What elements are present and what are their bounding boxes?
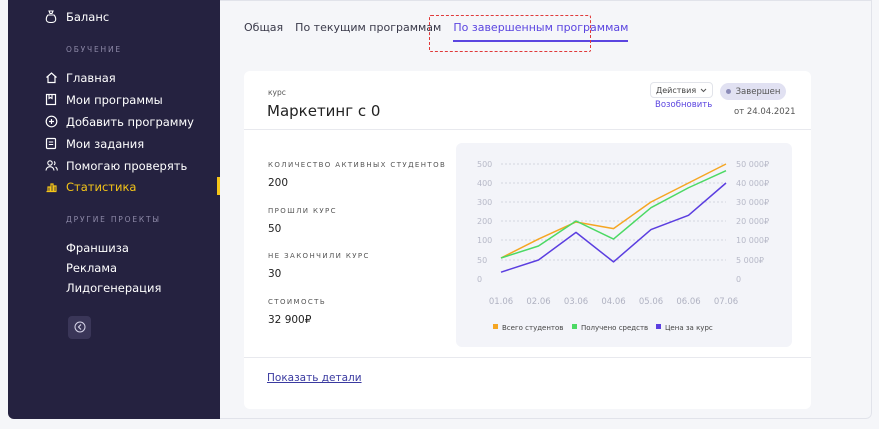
y-tick-left: 100 — [477, 236, 492, 245]
course-card: курс Маркетинг с 0 Действия Возобновить … — [244, 71, 811, 409]
status-date: от 24.04.2021 — [734, 107, 796, 117]
money-bag-icon — [44, 9, 58, 23]
y-tick-left: 300 — [477, 198, 492, 207]
y-tick-right: 10 000₽ — [736, 236, 769, 245]
x-tick-label: 07.06 — [714, 297, 738, 307]
series-line-2 — [500, 169, 727, 259]
tab-general[interactable]: Общая — [244, 21, 283, 42]
legend-label: Цена за курс — [665, 324, 713, 332]
stat-label-completed: ПРОШЛИ КУРС — [268, 207, 337, 215]
legend-swatch — [493, 324, 498, 329]
sidebar-item-help-review[interactable]: Помогаю проверять — [44, 157, 188, 175]
collapse-sidebar-button[interactable] — [68, 316, 91, 339]
y-tick-right: 20 000₽ — [736, 217, 769, 226]
y-tick-left: 500 — [477, 160, 492, 169]
legend-label: Всего студентов — [502, 324, 563, 332]
stat-value-active-students: 200 — [268, 177, 289, 189]
sidebar-item-label: Главная — [66, 71, 116, 85]
series-line-1 — [500, 163, 727, 259]
task-icon — [44, 136, 58, 150]
y-tick-left: 400 — [477, 179, 492, 188]
sidebar-balance-label: Баланс — [66, 10, 110, 24]
y-tick-left: 200 — [477, 217, 492, 226]
line-chart: 50040030020010050050 000₽40 000₽30 000₽2… — [477, 160, 769, 332]
chart-icon — [44, 179, 58, 193]
bookmark-icon — [44, 92, 58, 106]
chevron-left-icon — [74, 318, 86, 337]
stat-value-completed: 50 — [268, 223, 282, 235]
y-tick-right: 0 — [736, 275, 741, 284]
stat-value-not-finished: 30 — [268, 268, 282, 280]
stat-label-active-students: КОЛИЧЕСТВО АКТИВНЫХ СТУДЕНТОВ — [268, 161, 447, 169]
tab-completed-programs[interactable]: По завершенным программам — [453, 21, 629, 42]
sidebar-item-franchise[interactable]: Франшиза — [66, 241, 129, 255]
y-tick-right: 40 000₽ — [736, 179, 769, 188]
sidebar-item-ads[interactable]: Реклама — [66, 261, 117, 275]
sidebar: Баланс ОБУЧЕНИЕ Главная Мои программы До… — [8, 0, 220, 419]
sidebar-item-label: Добавить программу — [66, 115, 194, 129]
sidebar-item-label: Мои задания — [66, 137, 145, 151]
sidebar-item-statistics[interactable]: Статистика — [46, 178, 137, 196]
sidebar-item-add-program[interactable]: Добавить программу — [45, 113, 194, 131]
course-title: Маркетинг с 0 — [267, 102, 381, 120]
sidebar-item-label: Мои программы — [66, 93, 163, 107]
x-tick-label: 06.06 — [676, 297, 700, 307]
stat-value-price: 32 900₽ — [268, 314, 312, 326]
y-tick-left: 50 — [477, 256, 487, 265]
x-tick-label: 02.06 — [526, 297, 550, 307]
stat-label-not-finished: НЕ ЗАКОНЧИЛИ КУРС — [268, 252, 370, 260]
y-tick-left: 0 — [477, 275, 482, 284]
sidebar-item-my-tasks[interactable]: Мои задания — [45, 135, 145, 153]
status-dot — [725, 89, 731, 94]
show-details-link[interactable]: Показать детали — [267, 372, 362, 384]
users-icon — [44, 158, 58, 172]
sidebar-item-home[interactable]: Главная — [45, 69, 116, 87]
x-tick-label: 05.06 — [639, 297, 663, 307]
card-divider-top — [244, 129, 811, 130]
x-tick-label: 04.06 — [601, 297, 625, 307]
y-tick-right: 30 000₽ — [736, 198, 769, 207]
sidebar-item-my-programs[interactable]: Мои программы — [45, 91, 163, 109]
plus-circle-icon — [44, 114, 58, 128]
actions-dropdown[interactable]: Действия — [650, 82, 714, 98]
status-text: Завершен — [735, 86, 781, 97]
tabs: Общая По текущим программам По завершенн… — [244, 21, 640, 42]
sidebar-balance[interactable]: Баланс — [45, 8, 110, 26]
main-content: Общая По текущим программам По завершенн… — [220, 0, 872, 419]
series-line-3 — [500, 182, 727, 273]
y-tick-right: 50 000₽ — [736, 160, 769, 169]
legend-label: Получено средств — [581, 324, 648, 332]
sidebar-item-label: Помогаю проверять — [66, 159, 188, 173]
sidebar-item-label: Статистика — [66, 180, 137, 194]
legend-swatch — [656, 324, 661, 329]
app-frame: Баланс ОБУЧЕНИЕ Главная Мои программы До… — [8, 0, 872, 419]
course-label: курс — [268, 88, 286, 97]
chart-panel: 500 400 300 200 100 50 0 50 000₽ 40 000₽ 30 000₽ 2… — [456, 143, 792, 347]
status-badge: Завершен — [720, 83, 786, 100]
chevron-down-icon — [700, 86, 707, 95]
legend-swatch — [572, 324, 577, 329]
stat-label-price: СТОИМОСТЬ — [268, 298, 327, 306]
sidebar-section-other-projects: ДРУГИЕ ПРОЕКТЫ — [66, 215, 161, 224]
x-tick-label: 03.06 — [564, 297, 588, 307]
tab-current-programs[interactable]: По текущим программам — [295, 21, 441, 42]
actions-label: Действия — [656, 85, 697, 95]
sidebar-item-leadgen[interactable]: Лидогенерация — [66, 281, 161, 295]
sidebar-section-learning: ОБУЧЕНИЕ — [66, 45, 122, 54]
renew-link[interactable]: Возобновить — [655, 100, 712, 110]
home-icon — [44, 70, 58, 84]
x-tick-label: 01.06 — [489, 297, 513, 307]
card-divider-bottom — [244, 357, 811, 358]
y-tick-right: 5 000₽ — [736, 256, 764, 265]
